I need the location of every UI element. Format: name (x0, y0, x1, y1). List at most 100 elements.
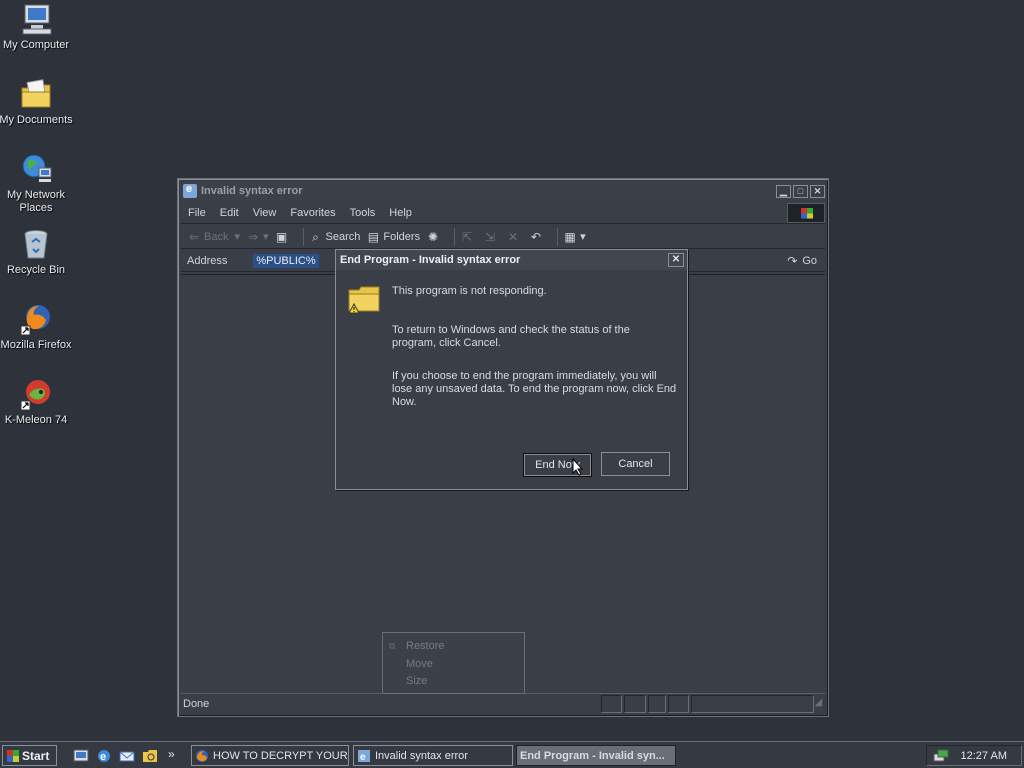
toolbar-separator (557, 227, 559, 246)
ie-icon: e (358, 749, 370, 763)
address-label: Address (187, 254, 228, 267)
status-cell (667, 694, 689, 713)
windows-flag-icon (801, 207, 813, 219)
system-tray: 12:27 AM (926, 745, 1022, 766)
menu-item-size[interactable]: Size (406, 675, 427, 687)
desktop-icon-label: Mozilla Firefox (0, 339, 72, 351)
history-button[interactable]: ✺ (426, 230, 443, 244)
up-folder-icon: ▣ (275, 229, 288, 244)
k-meleon-icon (19, 377, 53, 411)
menu-help[interactable]: Help (382, 207, 419, 219)
explorer-search-icon[interactable] (142, 748, 158, 764)
menu-bar: File Edit View Favorites Tools Help (181, 202, 825, 224)
delete-x-icon: ✕ (508, 229, 519, 244)
recycle-bin-icon (19, 227, 53, 261)
menu-edit[interactable]: Edit (213, 207, 246, 219)
svg-text:e: e (100, 751, 106, 763)
desktop-icon-label: K-Meleon 74 (4, 414, 68, 426)
dialog-message-1: This program is not responding. (392, 285, 547, 297)
undo-icon: ↶ (531, 229, 542, 244)
start-button[interactable]: Start (2, 745, 57, 766)
maximize-button[interactable]: □ (793, 184, 808, 198)
desktop-icon-my-documents[interactable]: My Documents (0, 77, 74, 127)
task-button-invalid-syntax[interactable]: e Invalid syntax error (353, 745, 513, 766)
back-dropdown-icon[interactable]: ▾ (234, 230, 240, 243)
network-globe-icon (19, 152, 53, 186)
delete-button[interactable]: ✕ (506, 230, 523, 244)
desktop-icon-mozilla-firefox[interactable]: Mozilla Firefox (0, 302, 74, 352)
desktop-icon-my-computer[interactable]: My Computer (0, 2, 74, 52)
go-arrow-icon: ↷ (787, 253, 798, 268)
status-text: Done (183, 697, 210, 710)
views-grid-icon: ▦ (564, 229, 576, 244)
restore-icon: ⧉ (389, 641, 396, 651)
task-label: HOW TO DECRYPT YOUR ... (213, 749, 349, 762)
go-button[interactable]: ↷ Go (785, 254, 817, 268)
window-titlebar[interactable]: Invalid syntax error ▁ □ ✕ (181, 182, 825, 200)
desktop-icon-label: My Documents (0, 114, 73, 126)
folders-button[interactable]: ▤ Folders (366, 230, 420, 244)
toolbar: ⇐ Back ▾ ⇒ ▾ ▣ ⌕ Search ▤ Folders ✺ ⇱ ⇲ … (181, 225, 825, 249)
copy-to-icon: ⇲ (485, 229, 496, 244)
resize-grip-icon[interactable]: ◢ (814, 697, 825, 710)
forward-arrow-icon: ⇒ (247, 229, 259, 244)
ie-icon (183, 183, 197, 198)
desktop-icon-label: My Network Places (6, 189, 66, 214)
firefox-icon (196, 749, 208, 762)
dialog-body: This program is not responding. To retur… (336, 270, 687, 489)
move-to-icon: ⇱ (462, 229, 473, 244)
views-button[interactable]: ▦ ▾ (563, 229, 586, 244)
dialog-close-button[interactable]: ✕ (668, 253, 684, 267)
show-desktop-icon[interactable] (73, 748, 89, 764)
toolbar-separator (302, 227, 304, 246)
network-tray-icon[interactable] (933, 748, 949, 764)
task-label: End Program - Invalid syn... (520, 749, 665, 762)
close-button[interactable]: ✕ (810, 184, 825, 198)
status-bar: Done ◢ (181, 693, 825, 713)
window-title: Invalid syntax error (201, 185, 303, 197)
start-label: Start (22, 748, 50, 763)
dialog-titlebar[interactable]: End Program - Invalid syntax error ✕ (336, 250, 687, 270)
desktop-icon-k-meleon[interactable]: K-Meleon 74 (0, 377, 74, 427)
task-button-end-program[interactable]: End Program - Invalid syn... (516, 745, 676, 766)
undo-button[interactable]: ↶ (529, 230, 546, 244)
desktop-icon-recycle-bin[interactable]: Recycle Bin (0, 227, 74, 277)
forward-button[interactable]: ⇒ ▾ (246, 230, 269, 244)
copy-to-button[interactable]: ⇲ (483, 230, 500, 244)
task-label: Invalid syntax error (375, 749, 468, 762)
windows-logo (787, 202, 825, 223)
internet-explorer-icon[interactable]: e (96, 748, 112, 764)
move-to-button[interactable]: ⇱ (460, 230, 477, 244)
menu-tools[interactable]: Tools (343, 207, 383, 219)
status-cell (624, 694, 646, 713)
clock[interactable]: 12:27 AM (961, 750, 1007, 762)
menu-item-move[interactable]: Move (406, 658, 433, 670)
outlook-express-icon[interactable] (119, 748, 135, 764)
search-button[interactable]: ⌕ Search (309, 229, 361, 244)
forward-dropdown-icon[interactable]: ▾ (263, 230, 269, 243)
cancel-button[interactable]: Cancel (601, 452, 670, 476)
dialog-title: End Program - Invalid syntax error (340, 254, 521, 266)
minimize-button[interactable]: ▁ (776, 184, 791, 198)
desktop-icon-my-network-places[interactable]: My Network Places (0, 152, 74, 215)
dialog-message-2: To return to Windows and check the statu… (392, 324, 630, 349)
views-dropdown-icon: ▾ (580, 231, 586, 243)
back-button[interactable]: ⇐ Back ▾ (187, 230, 240, 244)
menu-view[interactable]: View (246, 207, 284, 219)
search-icon: ⌕ (312, 229, 319, 244)
system-menu: ⧉ Restore Move Size (382, 632, 525, 694)
desktop-icon-label: My Computer (2, 39, 70, 51)
windows-logo-icon (7, 749, 19, 762)
menu-favorites[interactable]: Favorites (283, 207, 342, 219)
up-folder-button[interactable]: ▣ (275, 230, 292, 244)
quicklaunch-chevron[interactable]: » (168, 747, 175, 761)
toolbar-separator (454, 227, 456, 246)
back-label: Back (204, 230, 229, 243)
svg-text:e: e (360, 752, 366, 763)
menu-file[interactable]: File (181, 207, 213, 219)
search-label: Search (325, 230, 361, 243)
menu-item-restore[interactable]: Restore (406, 640, 445, 652)
end-program-dialog: End Program - Invalid syntax error ✕ Thi… (335, 249, 688, 490)
task-button-firefox[interactable]: HOW TO DECRYPT YOUR ... (191, 745, 349, 766)
address-input[interactable]: %PUBLIC% (253, 253, 319, 268)
